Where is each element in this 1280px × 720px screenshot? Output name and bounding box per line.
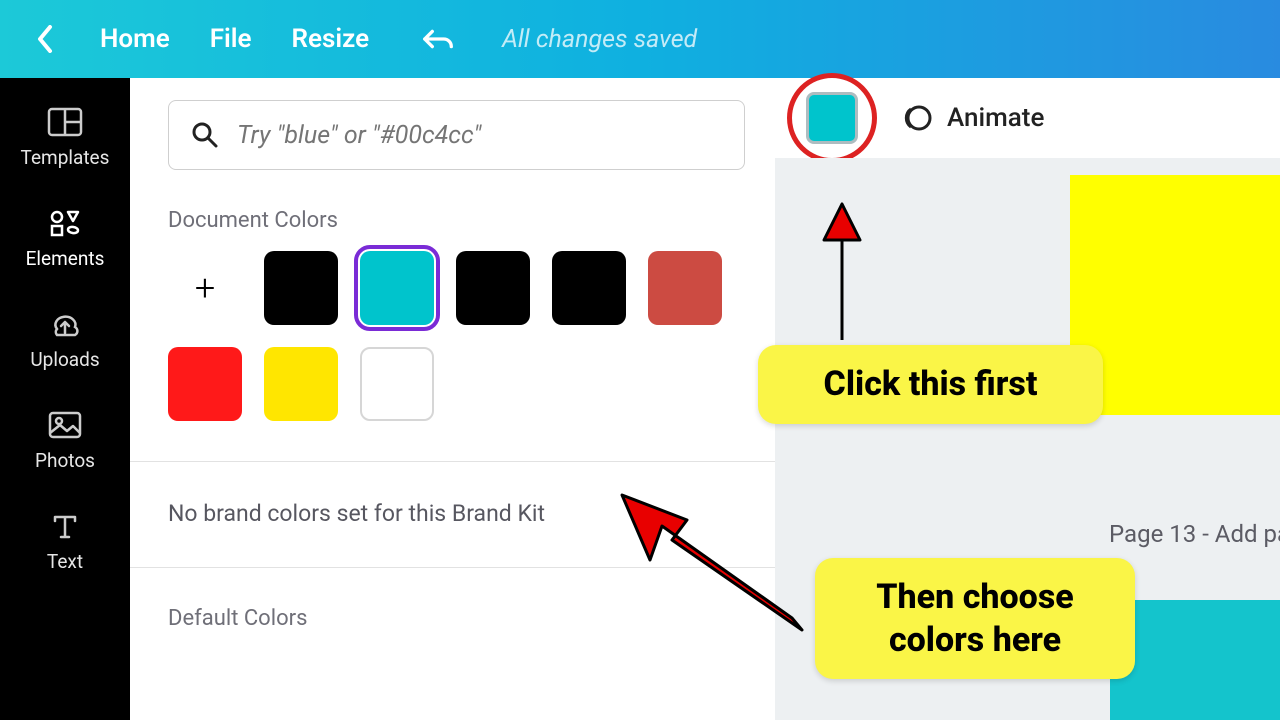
animate-label: Animate [947, 103, 1044, 133]
sidebar-item-uploads[interactable]: Uploads [0, 308, 130, 371]
sidebar-item-elements[interactable]: Elements [0, 207, 130, 270]
left-sidebar: Templates Elements Uploads Photos Text [0, 78, 130, 720]
uploads-label: Uploads [30, 348, 99, 371]
annotation-arrow-1 [812, 200, 872, 340]
swatch-white[interactable] [360, 347, 434, 421]
text-label: Text [47, 550, 83, 573]
add-color-swatch[interactable]: + [168, 251, 242, 325]
annotation-callout-2: Then choose colors here [815, 558, 1135, 679]
search-icon [191, 121, 219, 149]
swatch-red[interactable] [168, 347, 242, 421]
page-label[interactable]: Page 13 - Add pa [1109, 520, 1280, 548]
sidebar-item-text[interactable]: Text [0, 510, 130, 573]
teal-element[interactable] [1110, 600, 1280, 720]
annotation-arrow-2 [612, 490, 812, 640]
templates-label: Templates [21, 146, 110, 169]
sidebar-item-photos[interactable]: Photos [0, 409, 130, 472]
resize-menu[interactable]: Resize [292, 24, 370, 54]
text-icon [46, 510, 84, 542]
swatch-darkred[interactable] [648, 251, 722, 325]
home-menu[interactable]: Home [100, 24, 170, 54]
swatch-black-3[interactable] [552, 251, 626, 325]
elements-icon [46, 207, 84, 239]
undo-button[interactable] [419, 25, 457, 53]
animate-icon [899, 101, 933, 135]
back-button[interactable] [30, 24, 60, 54]
divider [130, 461, 775, 462]
templates-icon [46, 106, 84, 138]
color-picker-highlight [795, 81, 869, 155]
color-search-input[interactable] [237, 121, 722, 150]
photos-icon [46, 409, 84, 441]
swatch-yellow[interactable] [264, 347, 338, 421]
swatch-black-1[interactable] [264, 251, 338, 325]
animate-button[interactable]: Animate [899, 101, 1044, 135]
annotation-callout-1: Click this first [758, 345, 1103, 424]
document-colors-heading: Document Colors [168, 208, 745, 233]
photos-label: Photos [35, 449, 95, 472]
save-status: All changes saved [502, 25, 697, 54]
swatch-teal[interactable] [360, 251, 434, 325]
file-menu[interactable]: File [210, 24, 252, 54]
sidebar-item-templates[interactable]: Templates [0, 106, 130, 169]
document-swatch-row: + [168, 251, 745, 421]
top-menu-bar: Home File Resize All changes saved [0, 0, 1280, 78]
annotation-circle [787, 73, 877, 163]
uploads-icon [46, 308, 84, 340]
context-toolbar: Animate [775, 78, 1280, 158]
swatch-black-2[interactable] [456, 251, 530, 325]
elements-label: Elements [26, 247, 105, 270]
color-search-field[interactable] [168, 100, 745, 170]
